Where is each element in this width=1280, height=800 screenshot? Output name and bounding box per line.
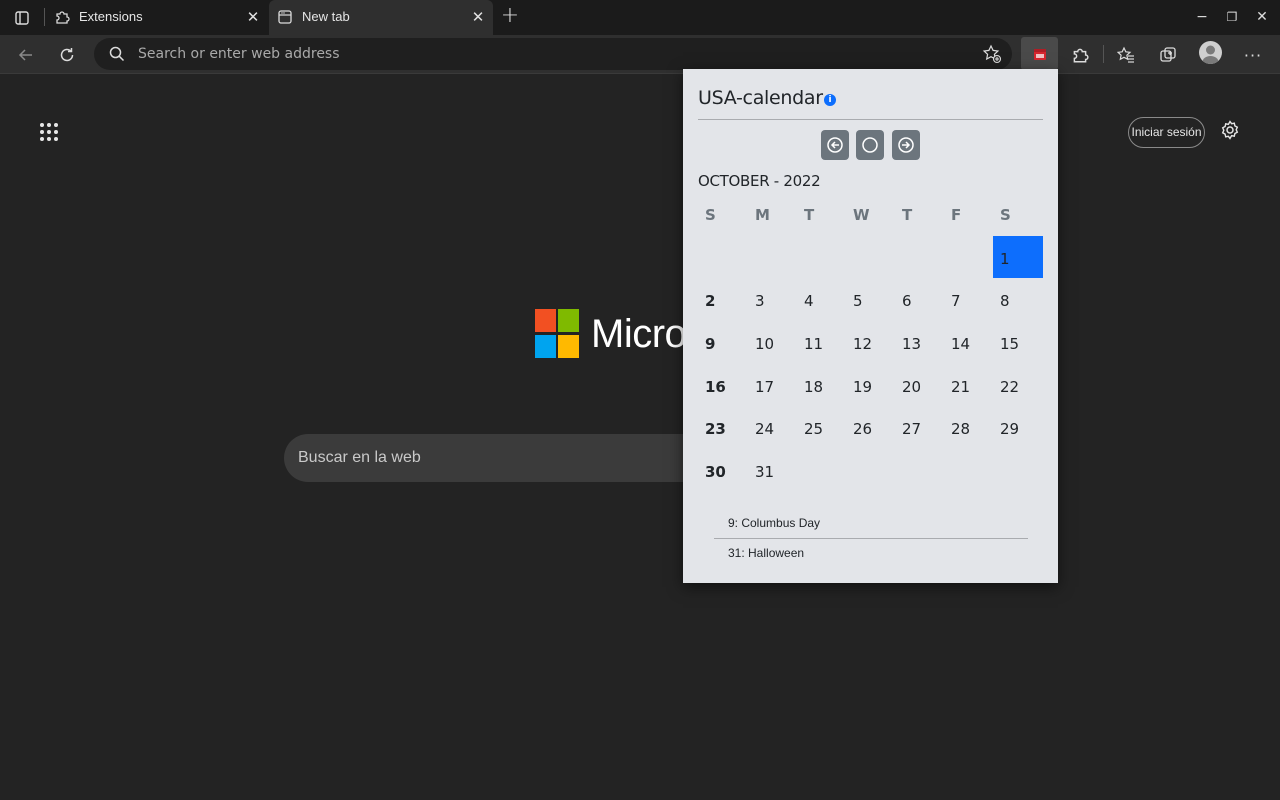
calendar-day[interactable]: 31 — [755, 463, 774, 481]
weekday-header: T — [804, 206, 815, 224]
page-settings-button[interactable] — [1219, 119, 1243, 143]
collections-button[interactable] — [1154, 41, 1182, 69]
settings-more-button[interactable]: ··· — [1239, 41, 1267, 69]
microsoft-brand-text: Micro — [591, 312, 687, 356]
weekday-header: S — [705, 206, 716, 224]
usa-calendar-popup: USA-calendar i OCTOBER - 2022 SMTWTFS123… — [683, 69, 1058, 583]
calendar-day[interactable]: 11 — [804, 335, 823, 353]
weekday-header: S — [1000, 206, 1011, 224]
calendar-day[interactable]: 21 — [951, 378, 970, 396]
refresh-button[interactable] — [53, 41, 81, 69]
calendar-day[interactable]: 28 — [951, 420, 970, 438]
calendar-day[interactable]: 27 — [902, 420, 921, 438]
calendar-day[interactable]: 20 — [902, 378, 921, 396]
profile-avatar[interactable] — [1199, 41, 1222, 64]
next-month-button[interactable] — [892, 130, 920, 160]
minimize-button[interactable]: − — [1191, 7, 1213, 27]
calendar-day[interactable]: 16 — [705, 378, 726, 396]
calendar-day[interactable]: 17 — [755, 378, 774, 396]
back-arrow-icon — [18, 49, 32, 61]
address-bar[interactable] — [94, 38, 1012, 70]
calendar-day[interactable]: 6 — [902, 292, 912, 310]
address-input[interactable] — [138, 42, 958, 66]
popup-title: USA-calendar — [698, 87, 823, 109]
usa-calendar-extension-button[interactable] — [1021, 37, 1058, 70]
favorites-button[interactable] — [1112, 41, 1140, 69]
calendar-day[interactable]: 24 — [755, 420, 774, 438]
tab-close-button[interactable]: ✕ — [244, 8, 262, 26]
browser-toolbar: ··· — [0, 35, 1280, 74]
calendar-day[interactable]: 3 — [755, 292, 765, 310]
tab-separator — [44, 8, 45, 26]
more-dots-icon: ··· — [1243, 45, 1263, 65]
tab-extensions[interactable]: Extensions ✕ — [46, 0, 268, 35]
toolbar-divider — [1103, 45, 1104, 63]
user-avatar-icon — [1202, 45, 1219, 64]
holiday-item: 31: Halloween — [714, 538, 1028, 567]
microsoft-logo — [535, 309, 580, 359]
calendar-day[interactable]: 14 — [951, 335, 970, 353]
calendar-day[interactable]: 9 — [705, 335, 715, 353]
calendar-day[interactable]: 4 — [804, 292, 814, 310]
web-search-input[interactable] — [298, 446, 678, 470]
calendar-day[interactable]: 29 — [1000, 420, 1019, 438]
new-tab-button[interactable]: + — [498, 5, 522, 29]
tab-title: Extensions — [79, 9, 143, 24]
puzzle-icon — [1073, 48, 1089, 63]
weekday-header: M — [755, 206, 770, 224]
calendar-day[interactable]: 15 — [1000, 335, 1019, 353]
calendar-day[interactable]: 18 — [804, 378, 823, 396]
calendar-extension-icon — [1033, 48, 1046, 60]
calendar-day[interactable]: 23 — [705, 420, 726, 438]
calendar-day[interactable]: 1 — [1000, 250, 1010, 268]
holiday-item: 9: Columbus Day — [728, 516, 821, 530]
tab-actions-icon — [15, 11, 29, 25]
holiday-list: 9: Columbus Day 31: Halloween — [714, 509, 1028, 567]
search-icon — [109, 46, 125, 62]
calendar-day[interactable]: 10 — [755, 335, 774, 353]
calendar-day[interactable]: 2 — [705, 292, 715, 310]
arrow-right-circle-icon — [898, 137, 914, 153]
calendar-day[interactable]: 12 — [853, 335, 872, 353]
add-favorite-icon[interactable] — [982, 44, 1002, 64]
popup-divider — [698, 119, 1043, 120]
back-button[interactable] — [12, 41, 40, 69]
app-launcher-button[interactable] — [38, 121, 60, 143]
calendar-day[interactable]: 5 — [853, 292, 863, 310]
previous-month-button[interactable] — [821, 130, 849, 160]
calendar-day[interactable]: 7 — [951, 292, 961, 310]
current-month-button[interactable] — [856, 130, 884, 160]
circle-icon — [862, 137, 878, 153]
refresh-icon — [60, 48, 74, 62]
favorites-star-icon — [1117, 46, 1134, 63]
calendar-day[interactable]: 13 — [902, 335, 921, 353]
newtab-icon — [278, 10, 292, 24]
calendar-day[interactable]: 26 — [853, 420, 872, 438]
gear-icon — [1221, 120, 1239, 140]
calendar-day[interactable]: 19 — [853, 378, 872, 396]
tab-strip: Extensions ✕ New tab ✕ + − ❐ ✕ — [0, 0, 1280, 35]
tab-new-tab[interactable]: New tab ✕ — [269, 0, 493, 35]
weekday-header: T — [902, 206, 913, 224]
weekday-header: W — [853, 206, 870, 224]
calendar-day[interactable]: 22 — [1000, 378, 1019, 396]
calendar-day[interactable]: 25 — [804, 420, 823, 438]
collections-icon — [1160, 47, 1176, 62]
tab-actions-button[interactable] — [8, 6, 36, 30]
arrow-left-circle-icon — [827, 137, 843, 153]
tab-title: New tab — [302, 9, 350, 24]
calendar-day[interactable]: 30 — [705, 463, 726, 481]
tab-close-button[interactable]: ✕ — [469, 8, 487, 26]
weekday-header: F — [951, 206, 962, 224]
month-label: OCTOBER - 2022 — [698, 172, 821, 190]
signin-button[interactable]: Iniciar sesión — [1128, 117, 1205, 148]
puzzle-icon — [56, 11, 70, 24]
restore-button[interactable]: ❐ — [1221, 7, 1243, 27]
calendar-day[interactable]: 8 — [1000, 292, 1010, 310]
close-window-button[interactable]: ✕ — [1251, 7, 1273, 27]
info-icon[interactable]: i — [824, 94, 836, 106]
extensions-button[interactable] — [1066, 41, 1094, 69]
